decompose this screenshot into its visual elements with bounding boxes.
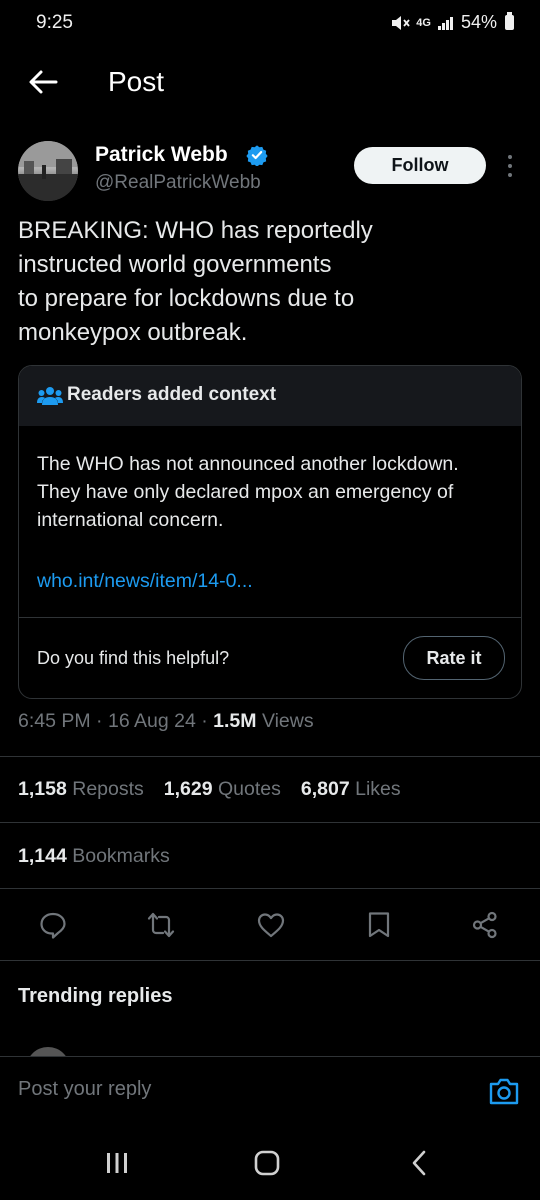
- divider: [0, 1056, 540, 1057]
- people-icon: [37, 387, 63, 405]
- system-nav-bar: [0, 1125, 540, 1200]
- top-header: Post: [0, 52, 540, 114]
- author-handle[interactable]: @RealPatrickWebb: [95, 172, 261, 194]
- signal-icon: [437, 16, 453, 30]
- tweet-text: BREAKING: WHO has reportedly instructed …: [18, 217, 373, 346]
- context-header: Readers added context: [19, 366, 521, 426]
- status-time: 9:25: [36, 12, 73, 33]
- avatar-image: [18, 141, 78, 201]
- share-icon[interactable]: [470, 910, 500, 940]
- rate-it-button[interactable]: Rate it: [403, 636, 505, 680]
- post-meta: 6:45 PM · 16 Aug 24 · 1.5M Views: [18, 710, 314, 733]
- views-label: Views: [261, 710, 314, 732]
- reposts-label: Reposts: [72, 778, 144, 800]
- context-title: Readers added context: [67, 384, 277, 405]
- post-date: 16 Aug 24: [107, 710, 196, 732]
- reply-icon[interactable]: [38, 910, 68, 940]
- repost-icon[interactable]: [146, 910, 176, 940]
- like-icon[interactable]: [256, 910, 286, 940]
- back-arrow-icon[interactable]: [26, 66, 60, 98]
- divider: [0, 756, 540, 757]
- quotes-label: Quotes: [218, 778, 281, 800]
- divider: [0, 822, 540, 823]
- meta-separator: ·: [96, 710, 103, 732]
- battery-icon: [505, 12, 514, 30]
- recent-apps-icon[interactable]: [104, 1152, 130, 1174]
- bookmarks-stat[interactable]: 1,144 Bookmarks: [18, 845, 170, 868]
- follow-button[interactable]: Follow: [354, 147, 486, 184]
- context-body: The WHO has not announced another lockdo…: [37, 453, 459, 531]
- home-icon[interactable]: [254, 1150, 280, 1176]
- camera-icon[interactable]: [488, 1076, 520, 1106]
- likes-count: 6,807: [300, 778, 350, 800]
- reposts-count: 1,158: [18, 778, 67, 800]
- post-time: 6:45 PM: [18, 710, 91, 732]
- status-icons: 4G 54%: [390, 12, 514, 33]
- context-link[interactable]: who.int/news/item/14-0...: [37, 570, 253, 593]
- verified-badge-icon: [246, 145, 268, 166]
- network-type: 4G: [416, 16, 431, 29]
- mute-icon: [392, 15, 410, 30]
- status-bar: 9:25 4G 54%: [0, 0, 540, 52]
- reply-preview-peek: [0, 1042, 540, 1056]
- trending-replies-heading: Trending replies: [18, 985, 173, 1007]
- page-title: Post: [108, 66, 165, 97]
- divider: [0, 888, 540, 889]
- likes-stat[interactable]: 6,807 Likes: [301, 778, 401, 801]
- quotes-count: 1,629: [163, 778, 213, 800]
- bookmark-icon[interactable]: [364, 910, 394, 940]
- reply-input[interactable]: Post your reply: [18, 1078, 151, 1101]
- readers-context-card: Readers added context The WHO has not an…: [18, 365, 522, 699]
- quotes-stat[interactable]: 1,629 Quotes: [164, 778, 281, 801]
- bookmarks-count: 1,144: [18, 845, 67, 867]
- engagement-stats: 1,158 Reposts 1,629 Quotes 6,807 Likes: [18, 778, 401, 801]
- author-avatar[interactable]: [18, 141, 78, 201]
- author-name[interactable]: Patrick Webb: [95, 143, 228, 167]
- reposts-stat[interactable]: 1,158 Reposts: [18, 778, 144, 801]
- more-options-icon[interactable]: [506, 152, 514, 180]
- reply-avatar: [26, 1047, 70, 1056]
- helpful-prompt: Do you find this helpful?: [37, 648, 230, 668]
- context-divider: [19, 617, 521, 618]
- battery-percent: 54%: [460, 12, 497, 32]
- divider: [0, 960, 540, 961]
- nav-back-icon[interactable]: [410, 1150, 428, 1176]
- views-count: 1.5M: [213, 710, 257, 732]
- likes-label: Likes: [355, 778, 401, 800]
- bookmarks-label: Bookmarks: [72, 845, 170, 867]
- meta-separator: ·: [201, 710, 208, 732]
